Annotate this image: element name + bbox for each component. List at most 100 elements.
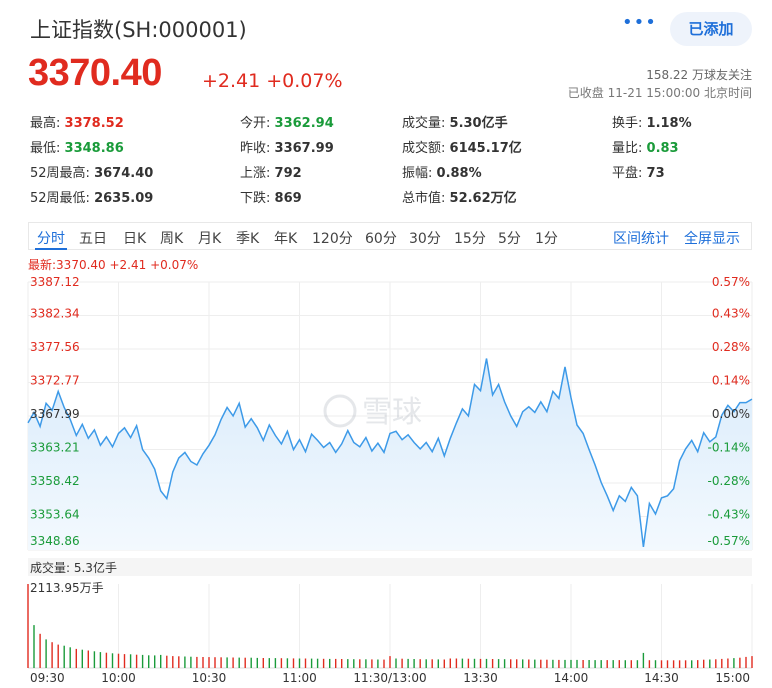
volume-bar [715, 659, 717, 668]
pct-tick-label: 0.57% [712, 275, 750, 289]
tab-intraday[interactable]: 分时 [37, 228, 65, 248]
pct-tick-label: 0.14% [712, 374, 750, 388]
y-tick-label: 3372.77 [30, 374, 80, 388]
stat-value: 792 [274, 166, 302, 181]
volume-label: 成交量: 5.3亿手 [30, 560, 117, 575]
volume-bar [612, 660, 614, 668]
pct-tick-label: 0.00% [712, 407, 750, 421]
volume-bar [117, 653, 120, 668]
volume-bar [304, 658, 307, 668]
tab-60min[interactable]: 60分 [365, 228, 397, 248]
tab-daily-k[interactable]: 日K [123, 228, 146, 248]
volume-bar [727, 658, 729, 668]
volume-bar [45, 639, 47, 668]
y-tick-label: 3348.86 [30, 534, 80, 548]
stat-value: 0.88% [436, 166, 482, 181]
y-tick-label: 3363.21 [30, 440, 80, 454]
y-tick-label: 3377.56 [30, 340, 80, 354]
tab-1min[interactable]: 1分 [535, 228, 558, 248]
volume-bar [630, 660, 632, 668]
volume-bar [467, 658, 470, 668]
stat-high: 最高: 3378.52 [30, 112, 124, 131]
volume-bar [437, 659, 439, 668]
tab-5min[interactable]: 5分 [498, 228, 521, 248]
stat-prev-close: 昨收: 3367.99 [240, 137, 334, 156]
volume-bar [552, 659, 554, 668]
x-tick-label: 14:30 [644, 671, 679, 685]
volume-bar [618, 660, 620, 668]
volume-bar [280, 658, 283, 668]
volume-bar [473, 658, 476, 668]
tab-yearly-k[interactable]: 年K [274, 228, 297, 248]
volume-bar [588, 660, 590, 668]
stat-volume: 成交量: 5.30亿手 [402, 112, 508, 131]
stat-label: 换手: [612, 116, 643, 131]
stat-amplitude: 振幅: 0.88% [402, 162, 482, 181]
more-menu-icon[interactable]: ••• [622, 12, 657, 33]
stat-down-count: 下跌: 869 [240, 187, 302, 206]
volume-bar [395, 658, 397, 668]
tab-30min[interactable]: 30分 [409, 228, 441, 248]
volume-bar [419, 659, 421, 668]
active-tab-indicator [35, 248, 67, 250]
pct-tick-label: -0.57% [708, 534, 750, 548]
volume-bar [184, 656, 186, 668]
x-tick-label: 11:30/13:00 [353, 671, 426, 685]
stat-open: 今开: 3362.94 [240, 112, 334, 131]
volume-bar [347, 659, 349, 668]
volume-bar [660, 660, 663, 668]
volume-bar [479, 658, 482, 668]
range-stats-link[interactable]: 区间统计 [613, 228, 669, 248]
volume-bar [606, 660, 608, 668]
volume-bar [407, 658, 409, 668]
stat-value: 3674.40 [94, 166, 154, 181]
tab-quarterly-k[interactable]: 季K [236, 228, 259, 248]
stat-label: 成交额: [402, 141, 446, 156]
stat-value: 73 [646, 166, 665, 181]
volume-max-label: 2113.95万手 [30, 581, 104, 595]
volume-bar [570, 659, 572, 668]
fullscreen-link[interactable]: 全屏显示 [684, 228, 740, 248]
tab-weekly-k[interactable]: 周K [160, 228, 183, 248]
xueqiu-watermark: 雪球 [323, 394, 422, 430]
tab-monthly-k[interactable]: 月K [198, 228, 221, 248]
stat-52w-high: 52周最高: 3674.40 [30, 162, 153, 181]
added-button[interactable]: 已添加 [670, 12, 752, 46]
volume-bar [316, 658, 319, 668]
stat-low: 最低: 3348.86 [30, 137, 124, 156]
volume-bar [51, 642, 53, 668]
volume-bar [709, 659, 711, 668]
stat-label: 上涨: [240, 166, 271, 181]
tab-120min[interactable]: 120分 [312, 228, 353, 248]
volume-bar [160, 654, 162, 668]
stat-value: 0.83 [646, 141, 679, 156]
stat-label: 最高: [30, 116, 61, 131]
volume-bar [250, 657, 252, 668]
volume-header-bg [28, 558, 752, 576]
stat-label: 52周最高: [30, 166, 90, 181]
volume-bar [105, 652, 108, 668]
volume-bar [751, 656, 753, 668]
volume-bar [745, 656, 747, 668]
volume-bar [166, 655, 168, 668]
tab-five-day[interactable]: 五日 [79, 228, 107, 248]
volume-bar [383, 659, 385, 668]
volume-bar [359, 659, 361, 668]
x-tick-label: 15:00 [715, 671, 750, 685]
volume-bar [528, 659, 530, 668]
volume-bar [99, 652, 102, 668]
x-tick-label: 14:00 [554, 671, 589, 685]
intraday-chart[interactable]: 雪球 3387.123382.343377.563372.773367.9933… [0, 270, 772, 688]
volume-bar [274, 658, 277, 668]
volume-bar [497, 659, 500, 668]
followers-count: 158.22 万球友关注 [646, 68, 752, 82]
volume-bar [739, 657, 741, 668]
stat-value: 3367.99 [274, 141, 334, 156]
stat-value: 3362.94 [274, 116, 334, 131]
volume-bar [353, 659, 355, 668]
tab-15min[interactable]: 15分 [454, 228, 486, 248]
volume-bar [298, 658, 301, 668]
pct-tick-label: 0.43% [712, 306, 750, 320]
volume-bar [154, 655, 156, 668]
volume-bar [648, 660, 651, 668]
